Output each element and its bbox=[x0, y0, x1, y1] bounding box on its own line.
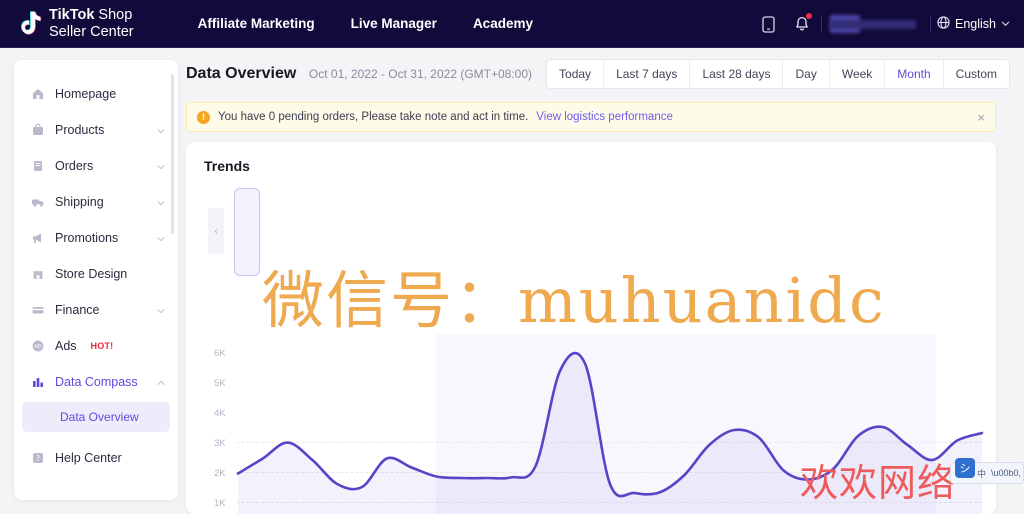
range-tab-last-7-days[interactable]: Last 7 days bbox=[604, 60, 691, 88]
mobile-app-icon[interactable] bbox=[751, 0, 785, 48]
brand-shop: Shop bbox=[94, 7, 133, 24]
trends-chart: 6K 5K 4K 3K 2K 1K bbox=[186, 334, 996, 514]
sidebar-label-products: Products bbox=[55, 123, 105, 137]
home-icon bbox=[30, 87, 45, 102]
brand-tiktok: TikTok bbox=[49, 7, 95, 24]
sidebar-sublabel-data-overview: Data Overview bbox=[60, 410, 139, 424]
chevron-down-icon bbox=[156, 305, 166, 315]
primary-nav: Affiliate Marketing Live Manager Academy bbox=[198, 16, 533, 31]
bar-chart-icon bbox=[30, 375, 45, 390]
sidebar: Homepage Products Orders Shipping Promot… bbox=[14, 60, 178, 500]
language-switcher[interactable]: English bbox=[937, 16, 1010, 32]
storefront-icon bbox=[30, 267, 45, 282]
globe-icon bbox=[937, 16, 950, 32]
chevron-down-icon bbox=[156, 125, 166, 135]
box-icon bbox=[30, 123, 45, 138]
brand-logo[interactable]: TikTok Shop Seller Center bbox=[16, 7, 134, 40]
scroll-left-button[interactable]: ‹ bbox=[208, 208, 224, 254]
order-list-icon bbox=[30, 159, 45, 174]
sidebar-subitem-data-overview[interactable]: Data Overview bbox=[22, 402, 170, 432]
chevron-up-icon bbox=[156, 377, 166, 387]
sidebar-item-homepage[interactable]: Homepage bbox=[14, 76, 178, 112]
metric-card-selected[interactable] bbox=[234, 188, 260, 276]
chevron-down-icon bbox=[156, 161, 166, 171]
card-icon bbox=[30, 303, 45, 318]
chevron-down-icon bbox=[1001, 17, 1010, 31]
truck-icon bbox=[30, 195, 45, 210]
nav-live-manager[interactable]: Live Manager bbox=[351, 16, 437, 31]
page-title: Data Overview bbox=[186, 65, 297, 82]
tiktok-note-icon bbox=[16, 10, 42, 38]
svg-text:?: ? bbox=[36, 454, 40, 463]
warning-icon: ! bbox=[197, 110, 210, 124]
sidebar-item-products[interactable]: Products bbox=[14, 112, 178, 148]
notification-badge bbox=[806, 13, 812, 19]
sidebar-label-finance: Finance bbox=[55, 303, 100, 317]
close-icon[interactable]: × bbox=[977, 111, 985, 124]
range-tab-today[interactable]: Today bbox=[547, 60, 605, 88]
sidebar-item-orders[interactable]: Orders bbox=[14, 148, 178, 184]
sidebar-label-promotions: Promotions bbox=[55, 231, 119, 245]
range-tab-day[interactable]: Day bbox=[783, 60, 830, 88]
pending-orders-alert: ! You have 0 pending orders, Please take… bbox=[186, 102, 996, 132]
user-profile[interactable] bbox=[830, 12, 918, 36]
range-tab-week[interactable]: Week bbox=[830, 60, 886, 88]
view-logistics-performance-link[interactable]: View logistics performance bbox=[536, 111, 673, 123]
help-icon: ? bbox=[30, 451, 45, 466]
language-label: English bbox=[955, 17, 996, 31]
megaphone-icon bbox=[30, 231, 45, 246]
sidebar-item-shipping[interactable]: Shipping bbox=[14, 184, 178, 220]
sidebar-label-help-center: Help Center bbox=[55, 451, 122, 465]
header-divider-2 bbox=[930, 15, 931, 33]
trends-card: Trends ‹ 6K 5K 4K 3K 2K 1K bbox=[186, 142, 996, 514]
sidebar-item-help-center[interactable]: ? Help Center bbox=[14, 440, 178, 476]
sidebar-item-promotions[interactable]: Promotions bbox=[14, 220, 178, 256]
range-tab-last-28-days[interactable]: Last 28 days bbox=[690, 60, 784, 88]
chevron-down-icon bbox=[156, 197, 166, 207]
date-range-label: Oct 01, 2022 - Oct 31, 2022 (GMT+08:00) bbox=[308, 67, 533, 81]
chart-plot bbox=[236, 351, 984, 514]
sidebar-label-data-compass: Data Compass bbox=[55, 375, 138, 389]
header-divider bbox=[821, 15, 822, 33]
ads-icon: AD bbox=[30, 339, 45, 354]
sidebar-item-finance[interactable]: Finance bbox=[14, 292, 178, 328]
top-header: TikTok Shop Seller Center Affiliate Mark… bbox=[0, 0, 1024, 48]
brand-seller-center: Seller Center bbox=[49, 23, 134, 40]
ime-logo-icon: シ bbox=[955, 458, 975, 478]
sidebar-label-orders: Orders bbox=[55, 159, 94, 173]
range-tabs: Today Last 7 days Last 28 days Day Week … bbox=[546, 59, 1010, 89]
sidebar-label-ads: Ads bbox=[55, 339, 77, 353]
sidebar-label-store-design: Store Design bbox=[55, 267, 128, 281]
main-content: Data Overview Oct 01, 2022 - Oct 31, 202… bbox=[186, 52, 1010, 514]
brand-logo-text: TikTok Shop Seller Center bbox=[49, 7, 134, 39]
sidebar-label-shipping: Shipping bbox=[55, 195, 104, 209]
range-tab-custom[interactable]: Custom bbox=[944, 60, 1009, 88]
sidebar-item-ads[interactable]: AD Ads HOT! bbox=[14, 328, 178, 364]
ime-punct-icon[interactable]: \u00b0, bbox=[991, 468, 1021, 478]
page-header: Data Overview Oct 01, 2022 - Oct 31, 202… bbox=[186, 52, 1010, 96]
trends-title: Trends bbox=[204, 158, 250, 174]
range-tab-month[interactable]: Month bbox=[885, 60, 944, 88]
ime-mode-label: 中 bbox=[977, 468, 987, 479]
sidebar-item-data-compass[interactable]: Data Compass bbox=[14, 364, 178, 400]
nav-affiliate-marketing[interactable]: Affiliate Marketing bbox=[198, 16, 315, 31]
svg-text:AD: AD bbox=[34, 344, 42, 350]
sidebar-item-store-design[interactable]: Store Design bbox=[14, 256, 178, 292]
metric-cards-row: ‹ bbox=[204, 188, 978, 276]
sidebar-label-homepage: Homepage bbox=[55, 87, 117, 101]
header-actions: English bbox=[751, 0, 1016, 48]
notification-bell-icon[interactable] bbox=[785, 0, 819, 48]
alert-message: You have 0 pending orders, Please take n… bbox=[218, 111, 529, 123]
sidebar-badge-hot: HOT! bbox=[90, 341, 114, 351]
chevron-down-icon bbox=[156, 233, 166, 243]
nav-academy[interactable]: Academy bbox=[473, 16, 533, 31]
